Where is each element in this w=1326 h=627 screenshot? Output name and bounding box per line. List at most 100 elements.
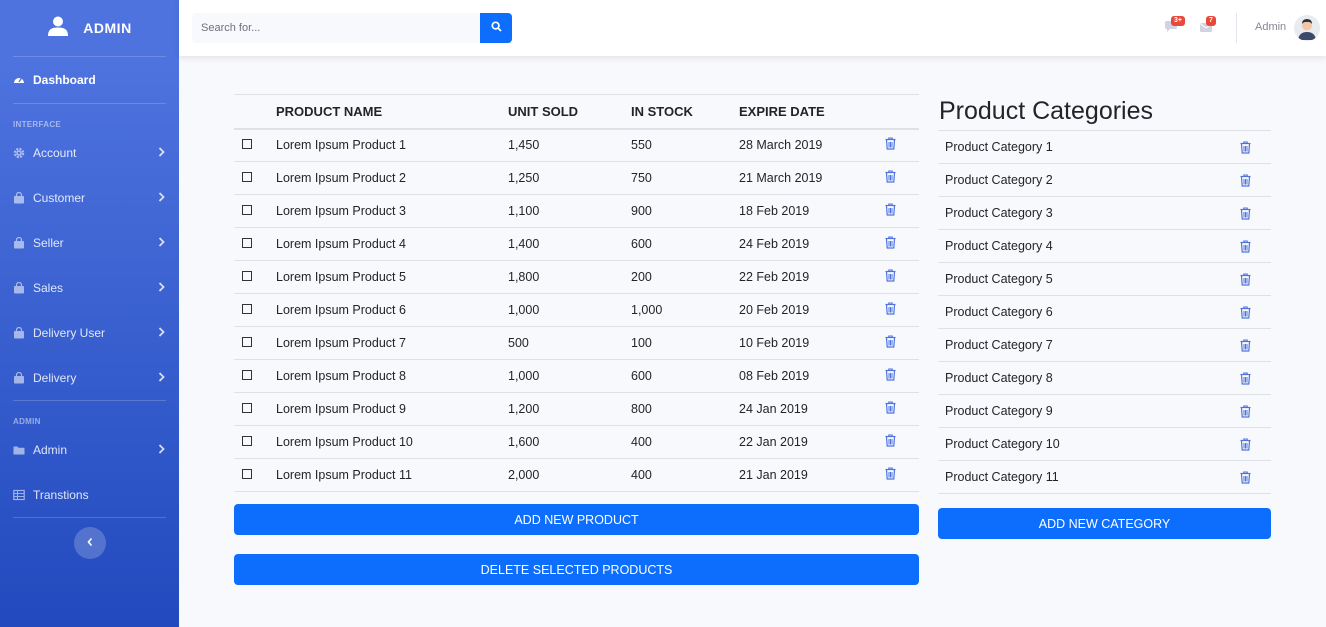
- trash-icon[interactable]: [1240, 206, 1251, 220]
- row-actions: [885, 261, 919, 294]
- trash-icon[interactable]: [1240, 140, 1251, 154]
- row-actions: [885, 459, 919, 492]
- topbar-divider: [1236, 13, 1237, 43]
- trash-icon[interactable]: [1240, 338, 1251, 352]
- sidebar-item-account[interactable]: Account: [0, 130, 179, 175]
- list-item: Product Category 8: [938, 362, 1271, 395]
- avatar[interactable]: [1294, 15, 1320, 41]
- cell-expire-date: 21 Jan 2019: [739, 468, 808, 482]
- cell-unit-sold: 1,450: [508, 138, 540, 153]
- sidebar-item-delivery-user[interactable]: Delivery User: [0, 310, 179, 355]
- cell-unit-sold: 1,250: [508, 171, 540, 185]
- cell-product-name: Lorem Ipsum Product 4: [276, 237, 406, 251]
- trash-icon[interactable]: [1240, 272, 1251, 286]
- sidebar-item-customer[interactable]: Customer: [0, 175, 179, 220]
- cell-in-stock: 550: [631, 138, 652, 153]
- user-icon: [47, 15, 69, 42]
- search-icon: [490, 19, 502, 37]
- trash-icon[interactable]: [1240, 239, 1251, 253]
- row-actions: [885, 360, 919, 393]
- sidebar-item-delivery[interactable]: Delivery: [0, 355, 179, 400]
- messages-button[interactable]: 7: [1199, 16, 1216, 38]
- trash-icon[interactable]: [885, 467, 896, 480]
- cell-in-stock: 1,000: [631, 303, 663, 317]
- cell-expire-date: 22 Feb 2019: [739, 270, 810, 284]
- row-actions: [885, 228, 919, 261]
- search-input[interactable]: [192, 13, 480, 43]
- table-header-row: PRODUCT NAME UNIT SOLD IN STOCK EXPIRE D…: [234, 94, 919, 129]
- trash-icon[interactable]: [885, 170, 896, 183]
- sidebar-item-admin[interactable]: Admin: [0, 427, 179, 472]
- cell-product-name: Lorem Ipsum Product 2: [276, 171, 406, 185]
- trash-icon[interactable]: [1240, 173, 1251, 187]
- row-checkbox[interactable]: [242, 205, 252, 215]
- alerts-badge: 3+: [1171, 16, 1185, 26]
- chevron-right-icon: [158, 191, 165, 205]
- shopping-bag-icon: [13, 191, 25, 204]
- cell-unit-sold: 2,000: [508, 468, 540, 482]
- table-row: Lorem Ipsum Product 1 1,450 550 28 March 20…: [234, 129, 919, 162]
- trash-icon[interactable]: [885, 269, 896, 282]
- trash-icon[interactable]: [885, 434, 896, 447]
- table-row: Lorem Ipsum Product 4 1,400 600 24 Feb 2019: [234, 228, 919, 261]
- alerts-button[interactable]: 3+: [1164, 16, 1185, 38]
- table-row: Lorem Ipsum Product 10 1,600 400 22 Jan 201…: [234, 426, 919, 459]
- row-checkbox[interactable]: [242, 469, 252, 479]
- row-checkbox[interactable]: [242, 304, 252, 314]
- sidebar-item-label: Customer: [33, 190, 86, 205]
- row-checkbox[interactable]: [242, 139, 252, 150]
- trash-icon[interactable]: [885, 203, 896, 216]
- list-item: Product Category 11: [938, 461, 1271, 494]
- user-name[interactable]: Admin: [1255, 21, 1286, 33]
- sidebar-item-transtions[interactable]: Transtions: [0, 472, 179, 517]
- trash-icon[interactable]: [1240, 404, 1251, 418]
- row-checkbox[interactable]: [242, 271, 252, 281]
- topbar: 3+ 7 Admin: [179, 0, 1326, 56]
- cell-unit-sold: 1,400: [508, 237, 540, 251]
- header-expire-date: EXPIRE DATE: [739, 103, 825, 119]
- sidebar-item-seller[interactable]: Seller: [0, 220, 179, 265]
- row-checkbox[interactable]: [242, 370, 252, 380]
- header-actions: [885, 95, 919, 129]
- trash-icon[interactable]: [885, 368, 896, 381]
- row-checkbox[interactable]: [242, 238, 252, 248]
- chevron-left-icon: [86, 534, 94, 552]
- row-select: [234, 162, 276, 195]
- row-select: [234, 228, 276, 261]
- cell-in-stock: 800: [631, 402, 652, 416]
- search-button[interactable]: [480, 13, 512, 43]
- list-item: Product Category 6: [938, 296, 1271, 329]
- trash-icon[interactable]: [1240, 305, 1251, 319]
- gear-icon: [13, 147, 25, 159]
- row-checkbox[interactable]: [242, 337, 252, 347]
- add-product-button[interactable]: ADD NEW PRODUCT: [234, 504, 919, 535]
- delete-selected-button[interactable]: DELETE SELECTED PRODUCTS: [234, 554, 919, 585]
- trash-icon[interactable]: [885, 401, 896, 414]
- row-actions: [885, 195, 919, 228]
- row-checkbox[interactable]: [242, 403, 252, 413]
- list-item: Product Category 1: [938, 131, 1271, 164]
- cell-unit-sold: 1,600: [508, 435, 540, 449]
- trash-icon[interactable]: [885, 335, 896, 348]
- trash-icon[interactable]: [1240, 470, 1251, 484]
- trash-icon[interactable]: [885, 236, 896, 249]
- sidebar-toggle-button[interactable]: [74, 527, 106, 559]
- sidebar-item-dashboard[interactable]: Dashboard: [0, 57, 179, 103]
- trash-icon[interactable]: [1240, 437, 1251, 451]
- table-row: Lorem Ipsum Product 9 1,200 800 24 Jan 2019: [234, 393, 919, 426]
- sidebar-brand[interactable]: ADMIN: [0, 0, 179, 56]
- cell-expire-date: 24 Feb 2019: [739, 237, 810, 251]
- trash-icon[interactable]: [1240, 371, 1251, 385]
- trash-icon[interactable]: [885, 302, 896, 315]
- row-checkbox[interactable]: [242, 172, 252, 182]
- sidebar-item-sales[interactable]: Sales: [0, 265, 179, 310]
- categories-title: Product Categories: [938, 94, 1271, 131]
- add-category-button[interactable]: ADD NEW CATEGORY: [938, 508, 1271, 539]
- cell-in-stock: 100: [631, 336, 652, 350]
- dashboard-icon: [13, 74, 25, 86]
- trash-icon[interactable]: [885, 137, 896, 150]
- cell-expire-date: 20 Feb 2019: [739, 303, 810, 317]
- cell-expire-date: 22 Jan 2019: [739, 435, 808, 449]
- row-checkbox[interactable]: [242, 436, 252, 446]
- cell-in-stock: 600: [631, 369, 652, 383]
